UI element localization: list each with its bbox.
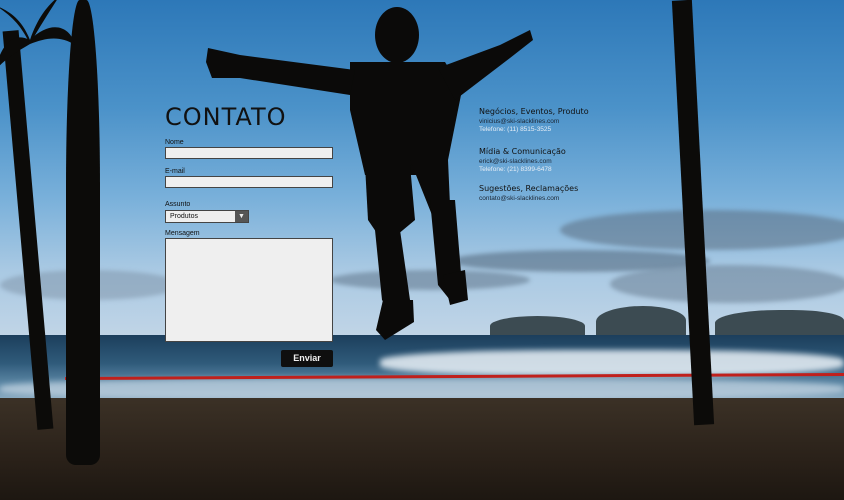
contact-heading-business: Negócios, Eventos, Produto (479, 107, 589, 116)
email-label: E-mail (165, 168, 185, 175)
page-title: CONTATO (165, 103, 287, 131)
wave-foam (0, 378, 844, 400)
message-textarea[interactable] (165, 238, 333, 342)
contact-phone-media: Telefone: (21) 8399-6478 (479, 166, 552, 173)
send-button[interactable]: Enviar (281, 350, 333, 367)
wave-foam (380, 350, 844, 376)
cloud (610, 265, 844, 303)
island (596, 306, 686, 336)
subject-select[interactable]: Produtos ▼ (165, 210, 249, 223)
palm-fronds (0, 0, 75, 66)
email-field[interactable] (165, 176, 333, 188)
contact-email-business[interactable]: vinicius@ski-slacklines.com (479, 118, 559, 125)
contact-email-media[interactable]: erick@ski-slacklines.com (479, 158, 552, 165)
message-label: Mensagem (165, 230, 200, 237)
subject-label: Assunto (165, 201, 191, 208)
island (715, 310, 844, 336)
triangle-down-icon[interactable]: ▼ (235, 211, 248, 222)
background-photo (0, 0, 844, 500)
contact-heading-media: Mídia & Comunicação (479, 147, 566, 156)
subject-value: Produtos (170, 213, 199, 220)
sand (0, 398, 844, 500)
name-label: Nome (165, 139, 184, 146)
contact-email-suggestions[interactable]: contato@ski-slacklines.com (479, 195, 559, 202)
contact-phone-business: Telefone: (11) 8515-3525 (479, 126, 552, 133)
name-field[interactable] (165, 147, 333, 159)
contact-heading-suggestions: Sugestões, Reclamações (479, 184, 579, 193)
